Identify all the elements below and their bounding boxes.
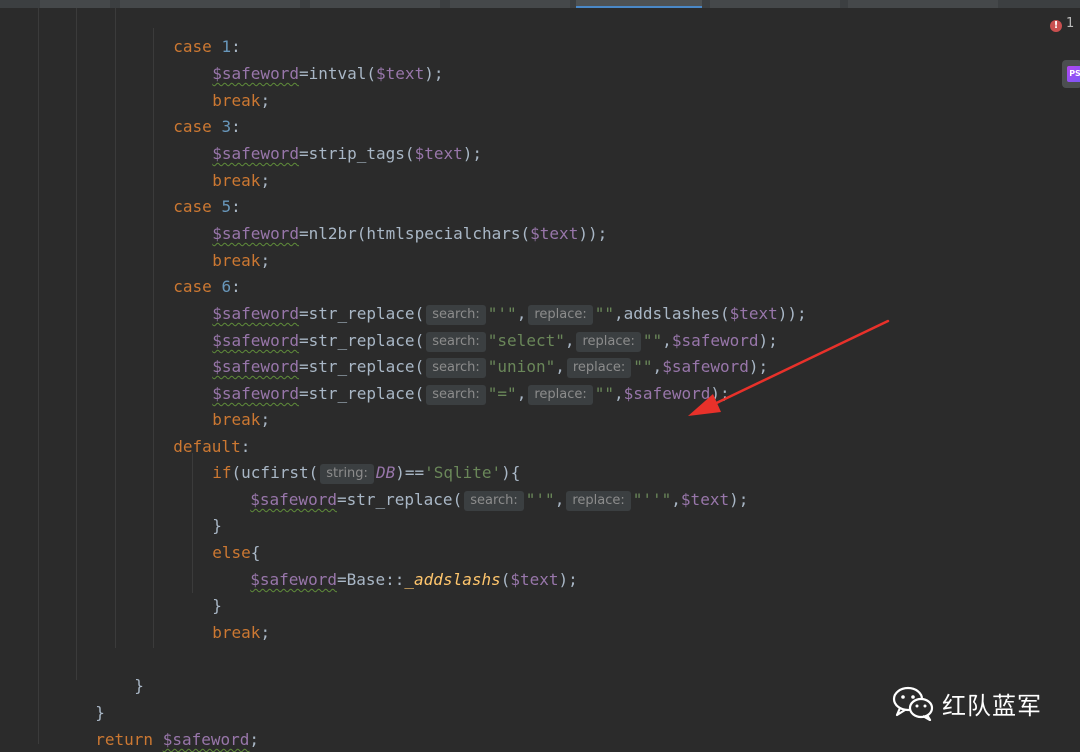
code-line[interactable]: } — [193, 567, 222, 615]
code-line[interactable]: case 6: — [154, 248, 240, 296]
punctuation: ; — [260, 410, 271, 429]
variable-safeword: $safeword — [162, 730, 250, 749]
punctuation: , — [671, 490, 681, 509]
phpstorm-icon[interactable]: PS — [1062, 60, 1080, 88]
punctuation: ); — [729, 490, 749, 509]
code-line[interactable]: } — [76, 674, 105, 722]
variable-text: $text — [530, 224, 579, 243]
function-call: =str_replace( — [336, 490, 463, 509]
editor-tab-bar — [0, 0, 1080, 8]
punctuation: ); — [558, 570, 578, 589]
parameter-hint-replace: replace: — [528, 385, 593, 405]
code-line[interactable]: break; — [193, 62, 270, 110]
static-method: _addslashs — [404, 570, 501, 589]
editor-tab[interactable] — [450, 0, 570, 8]
function-call: =str_replace( — [298, 384, 425, 403]
error-count: 1 — [1066, 16, 1075, 31]
punctuation: ; — [260, 251, 271, 270]
code-line[interactable]: $safeword=str_replace(search: "'", replace… — [193, 275, 807, 325]
code-line[interactable]: break; — [193, 381, 270, 429]
code-line[interactable]: $safeword=strip_tags($text); — [193, 115, 482, 163]
error-icon: ! — [1050, 20, 1062, 32]
code-line[interactable]: break; — [193, 142, 270, 190]
indent-guide — [38, 8, 39, 744]
keyword-return: return — [95, 730, 154, 749]
punctuation: ); — [462, 144, 482, 163]
string-literal: "''" — [632, 490, 672, 509]
phpstorm-icon-label: PS — [1067, 66, 1080, 82]
function-call: =strip_tags( — [298, 144, 415, 163]
code-line[interactable]: $safeword=str_replace(search: "select", re… — [193, 302, 778, 352]
variable-safeword: $safeword — [250, 570, 337, 589]
code-line[interactable]: case 3: — [154, 88, 240, 136]
watermark-text: 红队蓝军 — [942, 691, 1042, 720]
parameter-hint-search: search: — [464, 491, 524, 511]
punctuation: ); — [748, 357, 769, 376]
punctuation: ; — [260, 91, 271, 110]
watermark: 红队蓝军 — [892, 683, 1042, 723]
code-line[interactable]: break; — [193, 594, 270, 642]
code-line[interactable]: } — [193, 487, 222, 535]
error-indicator[interactable]: ! 1 — [1050, 16, 1074, 32]
variable-text: $text — [510, 570, 559, 589]
editor-tab[interactable] — [310, 0, 440, 8]
punctuation: )); — [578, 224, 608, 243]
string-literal: "" — [594, 384, 615, 403]
punctuation: ); — [710, 384, 730, 403]
punctuation: ; — [249, 730, 260, 749]
punctuation: ; — [260, 171, 271, 190]
variable-safeword: $safeword — [623, 384, 711, 403]
code-line[interactable]: $safeword=nl2br(htmlspecialchars($text))… — [193, 195, 607, 243]
indent-guide — [76, 8, 77, 680]
parameter-hint-replace: replace: — [566, 491, 631, 511]
function-call: =Base:: — [336, 570, 405, 589]
indent-guide — [115, 8, 116, 648]
editor-tab[interactable] — [710, 0, 840, 8]
string-literal: "=" — [487, 384, 517, 403]
editor-tab[interactable] — [120, 0, 300, 8]
string-literal: "'" — [525, 490, 555, 509]
punctuation: , — [614, 384, 624, 403]
code-line[interactable]: $safeword=str_replace(search: "'", replace… — [231, 461, 748, 511]
function-call: =intval( — [298, 64, 377, 83]
function-call: =nl2br(htmlspecialchars( — [298, 224, 531, 243]
code-line[interactable]: $safeword=intval($text); — [193, 35, 443, 83]
parameter-hint-search: search: — [426, 385, 486, 405]
variable-text: $text — [376, 64, 425, 83]
punctuation: , — [554, 490, 565, 509]
punctuation: )); — [777, 304, 807, 323]
punctuation: ); — [424, 64, 444, 83]
editor-right-gutter — [1040, 8, 1080, 752]
variable-text: $text — [414, 144, 463, 163]
closing-brace: } — [134, 676, 144, 695]
code-line[interactable]: case 5: — [154, 168, 240, 216]
keyword-if: if — [212, 463, 232, 482]
code-line[interactable]: $safeword=Base::_addslashs($text); — [231, 541, 578, 589]
keyword-break: break — [212, 623, 261, 642]
code-line[interactable]: $safeword=str_replace(search: "union", rep… — [193, 328, 768, 378]
code-line[interactable]: } — [115, 647, 144, 695]
variable-safeword: $safeword — [250, 490, 337, 509]
variable-text: $text — [680, 490, 730, 509]
code-line[interactable]: } — [38, 727, 67, 752]
punctuation: ( — [500, 570, 511, 589]
code-line[interactable]: else{ — [193, 514, 260, 562]
punctuation: ; — [260, 623, 271, 642]
editor-tab-active[interactable] — [576, 0, 702, 8]
wechat-icon — [892, 686, 934, 721]
punctuation: , — [516, 384, 527, 403]
code-line[interactable]: return $safeword; — [76, 701, 259, 749]
code-line[interactable]: default: — [154, 408, 250, 456]
code-line[interactable]: if(ucfirst(string: DB)=='Sqlite'){ — [193, 434, 520, 484]
code-line[interactable]: break; — [193, 222, 270, 270]
editor-tab[interactable] — [40, 0, 110, 8]
code-line[interactable]: case 1: — [154, 8, 240, 56]
editor-tab[interactable] — [848, 0, 998, 8]
code-line[interactable]: $safeword=str_replace(search: "=", replace… — [193, 355, 730, 405]
